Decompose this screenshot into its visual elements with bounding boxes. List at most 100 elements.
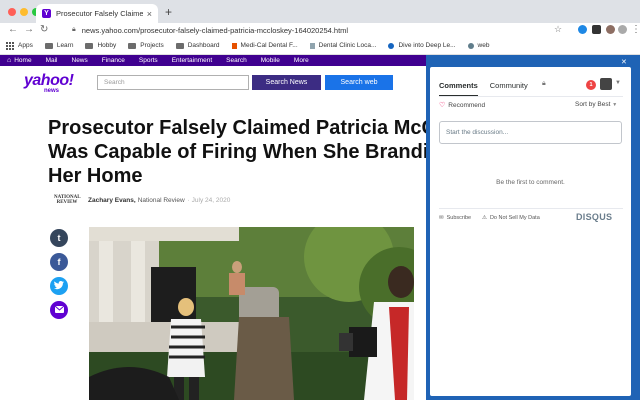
- author-name[interactable]: Zachary Evans,: [88, 197, 136, 204]
- nav-mail[interactable]: Mail: [46, 57, 58, 64]
- headline-line: Prosecutor Falsely Claimed Patricia McC: [48, 117, 426, 139]
- bookmark-label: Hobby: [97, 42, 117, 49]
- article-byline: NATIONAL REVIEW Zachary Evans, National …: [54, 195, 426, 205]
- recommend-button[interactable]: ♡ Recommend: [439, 101, 485, 110]
- window-close-button[interactable]: [8, 8, 16, 16]
- bookmark-hobby[interactable]: Hobby: [85, 42, 116, 49]
- close-panel-icon[interactable]: ✕: [621, 58, 627, 66]
- subscribe-link[interactable]: ✉ Subscribe: [439, 215, 471, 221]
- bookmark-label: Apps: [18, 42, 33, 49]
- new-tab-icon[interactable]: +: [165, 5, 172, 19]
- yahoo-favicon-icon: Y: [42, 9, 51, 18]
- lock-icon: 🔒︎: [72, 26, 76, 33]
- chevron-down-icon[interactable]: ▼: [615, 80, 621, 86]
- bookmark-dental-clinic[interactable]: Dental Clinic Loca...: [309, 42, 377, 49]
- window-minimize-button[interactable]: [20, 8, 28, 16]
- address-bar[interactable]: 🔒︎ news.yahoo.com/prosecutor-falsely-cla…: [72, 24, 558, 36]
- url-text: news.yahoo.com/prosecutor-falsely-claime…: [81, 25, 349, 35]
- do-not-sell-link[interactable]: ⚠ Do Not Sell My Data: [482, 215, 540, 221]
- publisher-name[interactable]: National Review: [138, 197, 185, 204]
- disqus-tabs: Comments Community: [439, 81, 528, 97]
- headline-line: Was Capable of Firing When She Brandi: [48, 141, 426, 163]
- bookmark-label: Dashboard: [187, 42, 220, 49]
- headline-line: Her Home: [48, 165, 143, 186]
- bookmarks-bar: Apps Learn Hobby Projects Dashboard Medi…: [0, 37, 640, 55]
- nav-more[interactable]: More: [294, 57, 309, 64]
- browser-toolbar: ← → ↻ 🔒︎ news.yahoo.com/prosecutor-false…: [0, 23, 640, 37]
- yahoo-header: yahoo! news Search Search News Search we…: [0, 66, 426, 100]
- chevron-down-icon: ▼: [612, 102, 618, 108]
- browser-titlebar: Y Prosecutor Falsely Claimed Pat × +: [0, 0, 640, 23]
- back-arrow-icon[interactable]: ←: [8, 24, 18, 35]
- empty-state-text: Be the first to comment.: [496, 179, 565, 186]
- apps-grid-icon: [6, 41, 14, 50]
- medi-cal-favicon: [231, 42, 237, 49]
- nav-news[interactable]: News: [72, 57, 88, 64]
- nav-label: Home: [14, 57, 32, 64]
- bookmark-label: Medi-Cal Dental F...: [240, 42, 298, 49]
- folder-icon: [128, 42, 137, 49]
- twitter-icon[interactable]: [50, 277, 68, 295]
- extension-2-icon[interactable]: [592, 25, 601, 34]
- tab-comments[interactable]: Comments: [439, 81, 478, 97]
- bookmark-label: Dive into Deep Le...: [398, 42, 456, 49]
- bookmark-star-icon[interactable]: ☆: [554, 24, 562, 35]
- heart-icon: ♡: [439, 102, 446, 109]
- folder-icon: [85, 42, 94, 49]
- user-avatar[interactable]: [600, 78, 612, 90]
- nav-home[interactable]: ⌂ Home: [7, 57, 32, 64]
- warning-icon: ⚠: [482, 215, 487, 221]
- facebook-icon[interactable]: f: [50, 253, 68, 271]
- divider: [439, 96, 623, 97]
- dental-clinic-favicon: [309, 42, 315, 49]
- nav-mobile[interactable]: Mobile: [261, 57, 280, 64]
- folder-icon: [175, 42, 184, 49]
- bookmark-label: Projects: [140, 42, 164, 49]
- bookmark-web[interactable]: web: [467, 42, 490, 49]
- divider: [439, 208, 623, 209]
- home-icon: ⌂: [7, 57, 12, 64]
- article-photo[interactable]: [89, 227, 414, 400]
- yahoo-logo-sub: news: [44, 88, 60, 94]
- web-globe-icon: [467, 42, 474, 49]
- notification-badge[interactable]: 1: [586, 80, 596, 90]
- profile-avatar-icon[interactable]: [618, 25, 627, 34]
- nav-search[interactable]: Search: [226, 57, 247, 64]
- article-photo-image: [89, 227, 414, 400]
- bookmark-dashboard[interactable]: Dashboard: [175, 42, 220, 49]
- mail-icon[interactable]: [50, 301, 68, 319]
- privacy-lock-icon[interactable]: 🔒︎: [542, 80, 546, 88]
- browser-tab[interactable]: Y Prosecutor Falsely Claimed Pat ×: [36, 4, 158, 23]
- search-web-button[interactable]: Search web: [325, 75, 393, 90]
- bookmark-projects[interactable]: Projects: [128, 42, 164, 49]
- extension-puzzle-icon[interactable]: [606, 25, 615, 34]
- bookmark-medi-cal[interactable]: Medi-Cal Dental F...: [231, 42, 298, 49]
- bookmark-apps[interactable]: Apps: [6, 41, 33, 50]
- envelope-icon: ✉: [439, 215, 444, 221]
- nav-finance[interactable]: Finance: [102, 57, 125, 64]
- disqus-logo[interactable]: DISQUS: [576, 212, 612, 222]
- tab-community[interactable]: Community: [490, 81, 528, 97]
- comment-input[interactable]: Start the discussion...: [439, 121, 622, 144]
- article-date: · July 24, 2020: [187, 196, 231, 204]
- date-text: July 24, 2020: [191, 196, 231, 204]
- tumblr-icon[interactable]: t: [50, 229, 68, 247]
- forward-arrow-icon[interactable]: →: [24, 24, 34, 35]
- tab-title: Prosecutor Falsely Claimed Pat: [56, 9, 143, 18]
- reload-icon[interactable]: ↻: [40, 24, 48, 35]
- search-input[interactable]: Search: [97, 75, 249, 90]
- browser-menu-icon[interactable]: ⋮: [631, 24, 640, 35]
- nav-sports[interactable]: Sports: [139, 57, 158, 64]
- extension-1-icon[interactable]: [578, 25, 587, 34]
- bookmark-learn[interactable]: Learn: [44, 42, 73, 49]
- disqus-panel: Comments Community 🔒︎ 1 ▼ ♡ Recommend So…: [430, 67, 631, 396]
- publisher-logo[interactable]: NATIONAL REVIEW: [54, 195, 81, 205]
- bookmark-label: web: [477, 42, 490, 49]
- bookmark-label: Dental Clinic Loca...: [318, 42, 377, 49]
- sort-dropdown[interactable]: Sort by Best ▼: [575, 101, 617, 108]
- search-news-button[interactable]: Search News: [252, 75, 321, 90]
- tab-close-icon[interactable]: ×: [147, 9, 152, 19]
- deep-learning-favicon: [388, 42, 395, 49]
- nav-entertainment[interactable]: Entertainment: [172, 57, 212, 64]
- bookmark-deep-learning[interactable]: Dive into Deep Le...: [388, 42, 456, 49]
